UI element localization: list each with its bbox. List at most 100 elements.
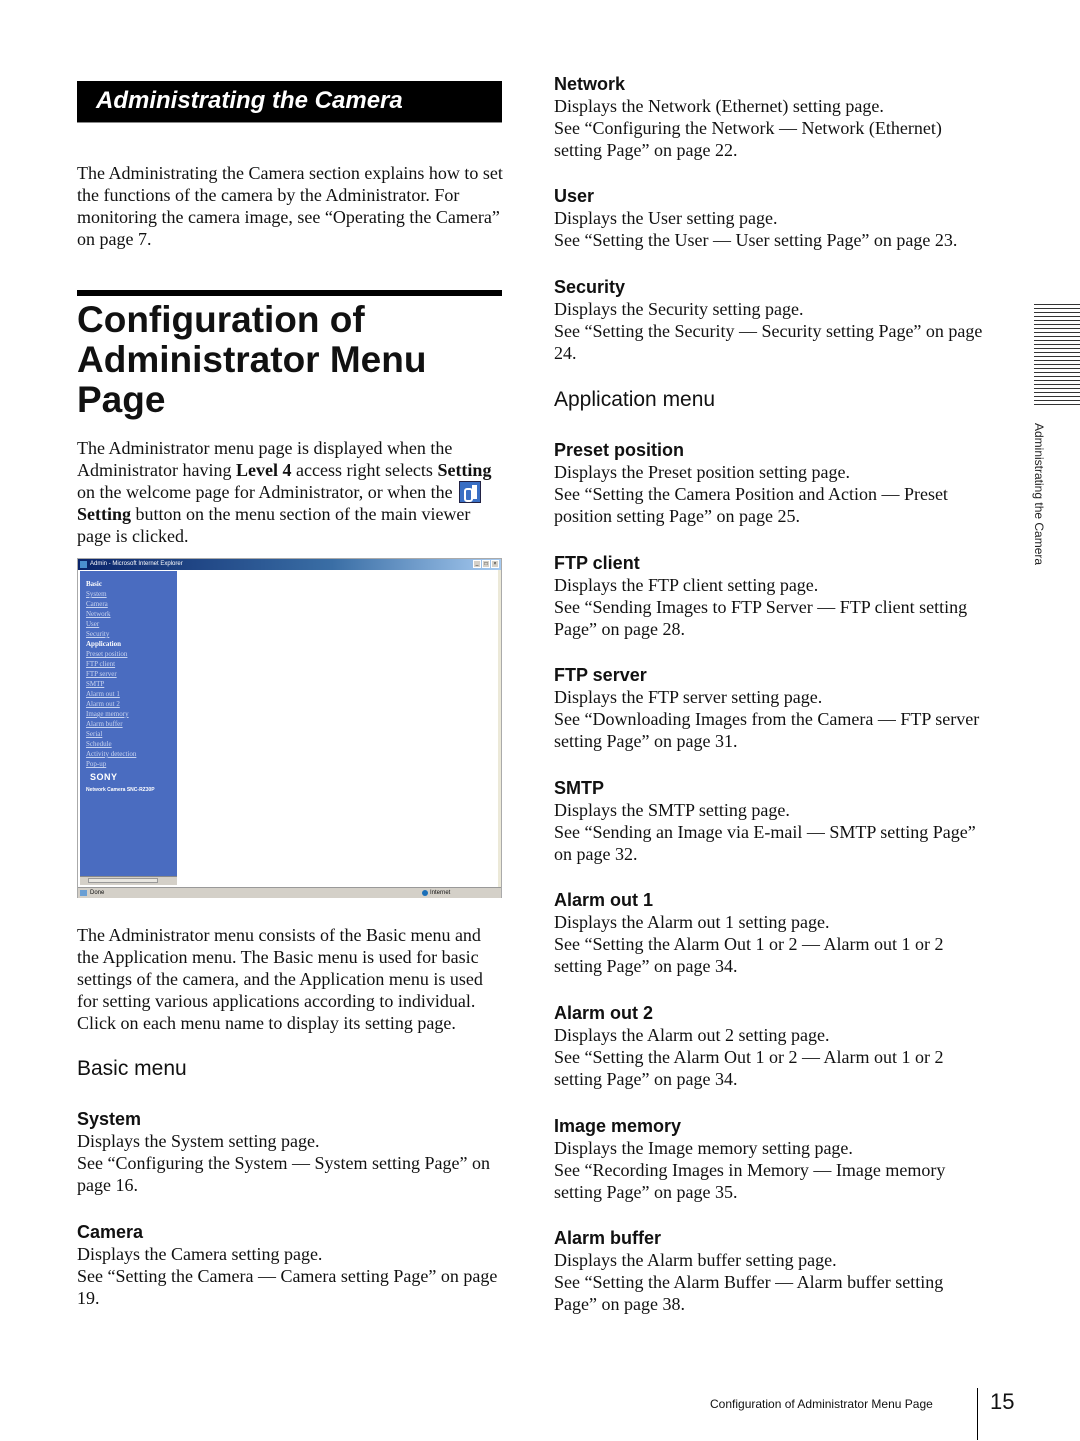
- entry-reference: See “Setting the Alarm Buffer — Alarm bu…: [554, 1272, 944, 1314]
- menu-paragraph: The Administrator menu consists of the B…: [77, 925, 483, 1033]
- footer-divider: [977, 1388, 978, 1440]
- heading-rule: [77, 290, 502, 296]
- entry-title: Network: [554, 74, 626, 94]
- entry-title: SMTP: [554, 778, 605, 798]
- entry-description: Displays the Image memory setting page.: [554, 1138, 853, 1158]
- entry-description: Displays the Alarm buffer setting page.: [554, 1250, 837, 1270]
- menu-entry-alarm-out-1: Alarm out 1 Displays the Alarm out 1 set…: [554, 889, 984, 977]
- menu-entry-preset-position: Preset position Displays the Preset posi…: [554, 439, 984, 527]
- bold-text: Setting: [77, 504, 131, 524]
- entry-title: Alarm out 1: [554, 890, 654, 910]
- browser-title-bar: Admin - Microsoft Internet Explorer _ □ …: [78, 559, 501, 570]
- entry-reference: See “Recording Images in Memory — Image …: [554, 1160, 946, 1202]
- page-heading: Configuration of Administrator Menu Page: [77, 299, 427, 420]
- entry-description: Displays the Alarm out 1 setting page.: [554, 912, 830, 932]
- menu-link-preset-position[interactable]: Preset position: [80, 649, 177, 659]
- status-bar: Done Internet: [78, 887, 501, 898]
- maximize-button[interactable]: □: [482, 560, 490, 568]
- menu-entry-network: Network Displays the Network (Ethernet) …: [554, 73, 984, 161]
- camera-model: Network Camera SNC-RZ30P: [86, 787, 155, 793]
- admin-menu-sidebar: Basic System Camera Network User Securit…: [80, 571, 177, 876]
- menu-link-camera[interactable]: Camera: [80, 599, 177, 609]
- menu-link-network[interactable]: Network: [80, 609, 177, 619]
- status-zone: Internet: [430, 890, 451, 896]
- entry-reference: See “Configuring the Network — Network (…: [554, 118, 942, 160]
- entry-reference: See “Setting the User — User setting Pag…: [554, 230, 958, 250]
- menu-entry-camera: Camera Displays the Camera setting page.…: [77, 1221, 507, 1309]
- menu-entry-smtp: SMTP Displays the SMTP setting page. See…: [554, 777, 984, 865]
- menu-link-alarm-buffer[interactable]: Alarm buffer: [80, 719, 177, 729]
- menu-entry-alarm-out-2: Alarm out 2 Displays the Alarm out 2 set…: [554, 1002, 984, 1090]
- entry-description: Displays the Alarm out 2 setting page.: [554, 1025, 830, 1045]
- entry-title: FTP client: [554, 553, 640, 573]
- entry-description: Displays the Security setting page.: [554, 299, 804, 319]
- entry-description: Displays the Camera setting page.: [77, 1244, 323, 1264]
- text: access right selects: [291, 460, 438, 480]
- menu-entry-user: User Displays the User setting page. See…: [554, 185, 994, 251]
- entry-title: FTP server: [554, 665, 647, 685]
- admin-page-screenshot: Admin - Microsoft Internet Explorer _ □ …: [77, 558, 502, 898]
- section-tab-marker: [1034, 304, 1080, 408]
- section-banner: Administrating the Camera: [77, 81, 502, 123]
- entry-reference: See “Downloading Images from the Camera …: [554, 709, 980, 751]
- entry-reference: See “Setting the Security — Security set…: [554, 321, 983, 363]
- entry-reference: See “Sending Images to FTP Server — FTP …: [554, 597, 968, 639]
- horizontal-scrollbar[interactable]: [80, 876, 177, 885]
- entry-description: Displays the User setting page.: [554, 208, 778, 228]
- entry-reference: See “Setting the Camera — Camera setting…: [77, 1266, 498, 1308]
- page-number: 15: [990, 1389, 1015, 1414]
- close-button[interactable]: ×: [491, 560, 499, 568]
- entry-description: Displays the Preset position setting pag…: [554, 462, 850, 482]
- application-menu-heading: Application menu: [554, 388, 716, 411]
- setting-icon: [459, 481, 482, 503]
- menu-link-schedule[interactable]: Schedule: [80, 739, 177, 749]
- menu-link-smtp[interactable]: SMTP: [80, 679, 177, 689]
- section-tab-label: Administrating the Camera: [1032, 423, 1046, 566]
- text: on the welcome page for Administrator, o…: [77, 482, 458, 502]
- entry-description: Displays the SMTP setting page.: [554, 800, 790, 820]
- entry-description: Displays the Network (Ethernet) setting …: [554, 96, 884, 116]
- footer-title: Configuration of Administrator Menu Page: [710, 1397, 933, 1411]
- menu-entry-ftp-server: FTP server Displays the FTP server setti…: [554, 664, 984, 752]
- text: button on the menu section of the main v…: [77, 504, 471, 546]
- page-icon: [80, 890, 87, 896]
- entry-description: Displays the FTP client setting page.: [554, 575, 819, 595]
- menu-entry-alarm-buffer: Alarm buffer Displays the Alarm buffer s…: [554, 1227, 984, 1315]
- entry-description: Displays the FTP server setting page.: [554, 687, 823, 707]
- menu-link-activity-detection[interactable]: Activity detection: [80, 749, 177, 759]
- menu-link-serial[interactable]: Serial: [80, 729, 177, 739]
- status-done: Done: [90, 890, 105, 896]
- menu-entry-system: System Displays the System setting page.…: [77, 1108, 507, 1196]
- entry-reference: See “Setting the Camera Position and Act…: [554, 484, 948, 526]
- entry-description: Displays the System setting page.: [77, 1131, 320, 1151]
- basic-menu-heading: Basic menu: [77, 1057, 187, 1080]
- menu-link-alarm-out-2[interactable]: Alarm out 2: [80, 699, 177, 709]
- menu-entry-security: Security Displays the Security setting p…: [554, 276, 984, 364]
- entry-title: System: [77, 1109, 142, 1129]
- entry-reference: See “Setting the Alarm Out 1 or 2 — Alar…: [554, 1047, 944, 1089]
- menu-link-user[interactable]: User: [80, 619, 177, 629]
- window-border: [498, 570, 501, 887]
- application-menu-label: Application: [86, 640, 122, 648]
- menu-entry-ftp-client: FTP client Displays the FTP client setti…: [554, 552, 984, 640]
- scrollbar-thumb[interactable]: [88, 878, 158, 883]
- browser-title: Admin - Microsoft Internet Explorer: [90, 561, 183, 567]
- intro-paragraph: The Administrating the Camera section ex…: [77, 163, 503, 249]
- menu-link-system[interactable]: System: [80, 589, 177, 599]
- bold-text: Level 4: [235, 460, 292, 480]
- menu-link-security[interactable]: Security: [80, 629, 177, 639]
- entry-title: User: [554, 186, 595, 206]
- globe-icon: [422, 890, 428, 896]
- basic-menu-label: Basic: [86, 580, 102, 588]
- menu-link-ftp-client[interactable]: FTP client: [80, 659, 177, 669]
- sony-logo: SONY: [90, 772, 118, 782]
- entry-reference: See “Setting the Alarm Out 1 or 2 — Alar…: [554, 934, 944, 976]
- entry-reference: See “Sending an Image via E-mail — SMTP …: [554, 822, 976, 864]
- menu-entry-image-memory: Image memory Displays the Image memory s…: [554, 1115, 984, 1203]
- menu-link-ftp-server[interactable]: FTP server: [80, 669, 177, 679]
- menu-link-alarm-out-1[interactable]: Alarm out 1: [80, 689, 177, 699]
- minimize-button[interactable]: _: [473, 560, 481, 568]
- menu-link-image-memory[interactable]: Image memory: [80, 709, 177, 719]
- entry-title: Preset position: [554, 440, 685, 460]
- menu-link-pop-up[interactable]: Pop-up: [80, 759, 177, 769]
